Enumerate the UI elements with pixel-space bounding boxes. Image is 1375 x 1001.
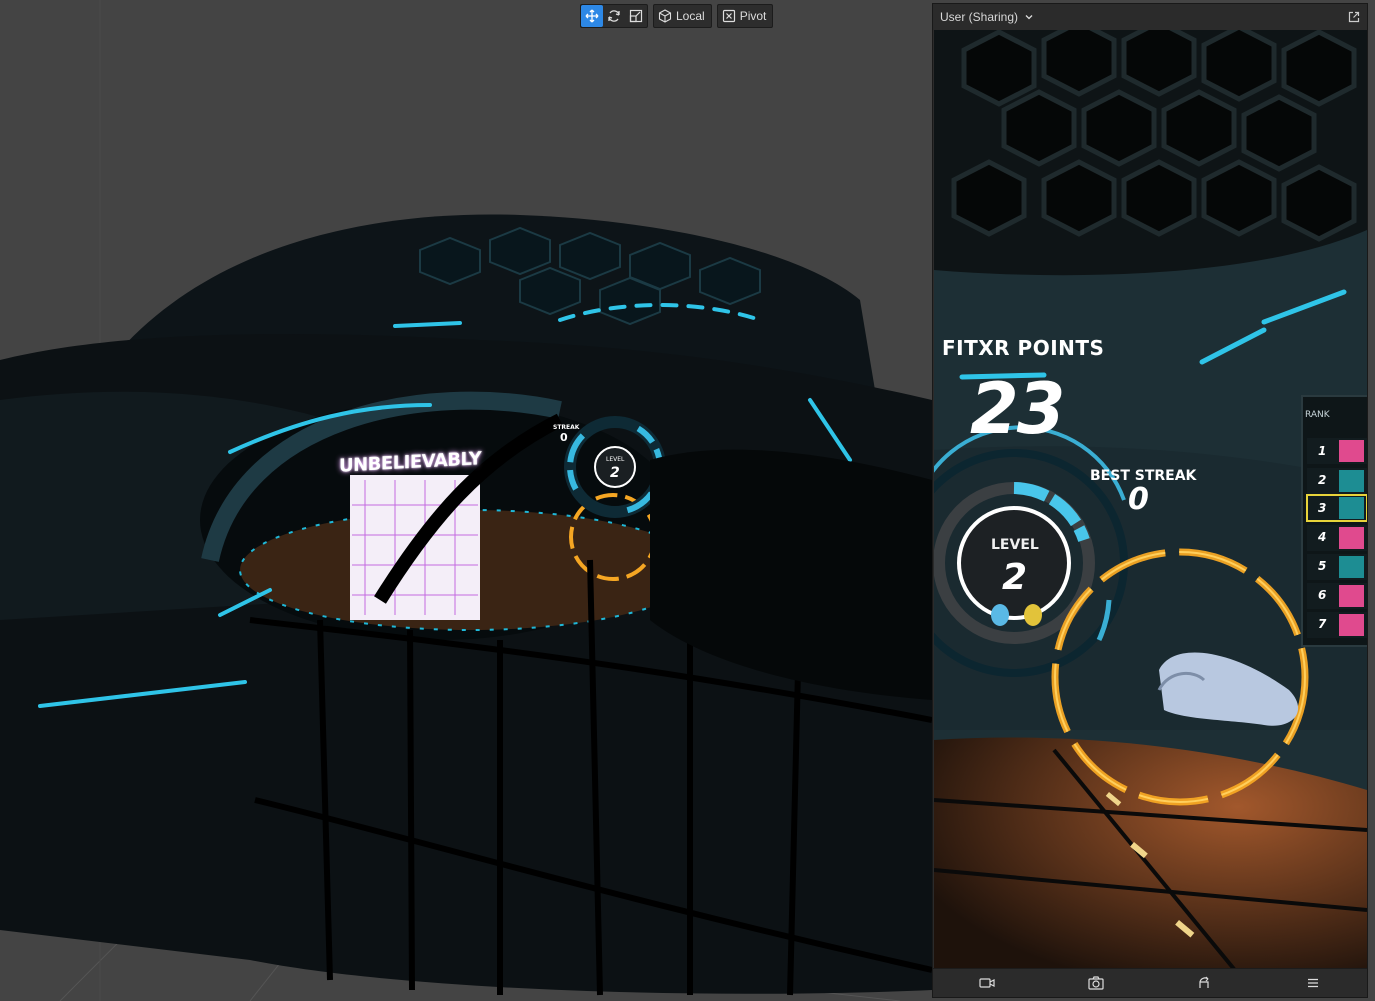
user-sharing-panel: User (Sharing) FITXR POINTS 23 BEST STRE… xyxy=(932,3,1368,998)
move-tool-button[interactable] xyxy=(581,5,603,27)
space-toggle-group: Local xyxy=(653,4,712,28)
menu-button[interactable] xyxy=(1301,972,1325,994)
panel-footer xyxy=(933,968,1367,997)
panel-title-dropdown[interactable]: User (Sharing) xyxy=(940,10,1034,24)
rank-label: RANK xyxy=(1305,410,1330,420)
scale-tool-button[interactable] xyxy=(625,5,647,27)
scale-icon xyxy=(629,9,643,23)
recenter-button[interactable] xyxy=(1192,972,1216,994)
local-space-button[interactable]: Local xyxy=(654,5,711,27)
pivot-icon xyxy=(722,9,735,23)
pivot-toggle-group: Pivot xyxy=(716,4,774,28)
scene-render xyxy=(0,0,932,1001)
rank-number: 6 xyxy=(1318,588,1327,602)
rotate-icon xyxy=(608,10,620,22)
video-camera-icon xyxy=(979,978,995,988)
game-render xyxy=(934,30,1367,969)
camera-icon xyxy=(1088,976,1104,990)
rank-number: 1 xyxy=(1318,444,1327,458)
points-value: 23 xyxy=(970,368,1065,450)
scene-level-label: LEVEL xyxy=(606,456,625,463)
pivot-button[interactable]: Pivot xyxy=(718,5,773,27)
panel-title: User (Sharing) xyxy=(940,10,1019,24)
rank-number-highlighted: 3 xyxy=(1318,501,1327,515)
rank-number: 7 xyxy=(1318,617,1327,631)
popout-icon[interactable] xyxy=(1348,11,1360,23)
cube-icon xyxy=(658,9,672,23)
local-space-label: Local xyxy=(676,9,705,23)
scene-streak-label: STREAK xyxy=(553,424,580,431)
panel-header: User (Sharing) xyxy=(933,4,1367,30)
pivot-label: Pivot xyxy=(739,9,767,23)
points-label: FITXR POINTS xyxy=(942,336,1105,360)
hamburger-menu-icon xyxy=(1307,978,1318,988)
rank-number: 2 xyxy=(1318,473,1327,487)
chevron-down-icon xyxy=(1025,15,1033,20)
game-view[interactable]: FITXR POINTS 23 BEST STREAK 0 LEVEL 2 RA… xyxy=(934,30,1367,969)
move-arrows-icon xyxy=(585,9,599,23)
best-streak-value: 0 xyxy=(1128,482,1149,517)
level-value: 2 xyxy=(1002,557,1028,598)
rank-number: 4 xyxy=(1318,530,1327,544)
screenshot-button[interactable] xyxy=(1084,972,1108,994)
scene-streak-value: 0 xyxy=(560,431,568,444)
rotate-view-icon xyxy=(1199,976,1209,988)
record-button[interactable] xyxy=(975,972,999,994)
level-label: LEVEL xyxy=(991,537,1039,553)
rank-number: 5 xyxy=(1318,559,1327,573)
rotate-tool-button[interactable] xyxy=(603,5,625,27)
gizmo-toolbar: Local Pivot xyxy=(580,4,774,28)
transform-tool-group xyxy=(580,4,648,28)
scene-level-value: 2 xyxy=(610,465,620,481)
